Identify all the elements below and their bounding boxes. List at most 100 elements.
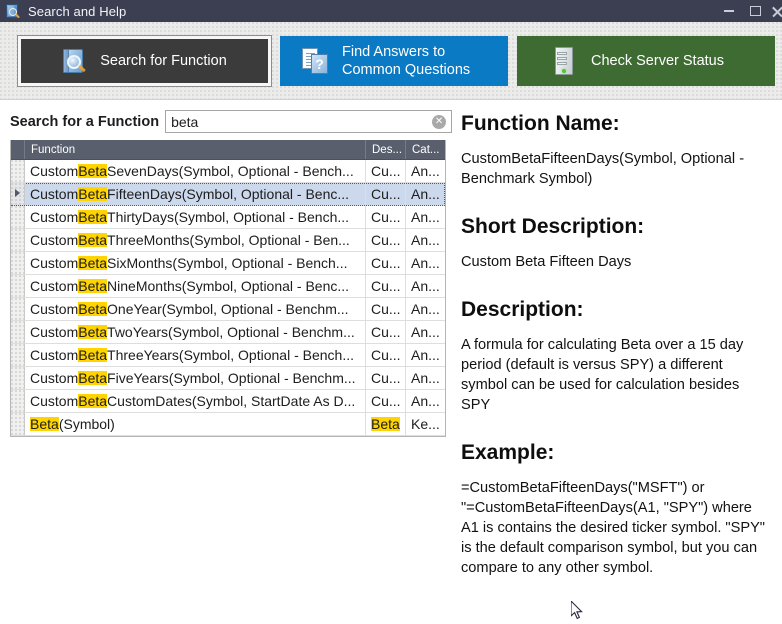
function-name-suffix: FiveYears(Symbol, Optional - Benchm...	[107, 371, 355, 385]
function-name-suffix: TwoYears(Symbol, Optional - Benchm...	[107, 325, 355, 339]
row-selector[interactable]	[11, 183, 25, 205]
close-icon[interactable]	[768, 0, 782, 22]
search-row: Search for a Function ✕	[0, 110, 455, 133]
table-row[interactable]: CustomBetaNineMonths(Symbol, Optional - …	[11, 275, 445, 298]
faq-docs-icon: ?	[302, 47, 330, 75]
row-selector[interactable]	[11, 252, 25, 274]
function-name-suffix: ThreeMonths(Symbol, Optional - Ben...	[107, 233, 350, 247]
minimize-icon[interactable]	[716, 0, 742, 22]
search-for-function-label: Search for Function	[100, 52, 227, 70]
example-block: Example: =CustomBetaFifteenDays("MSFT") …	[461, 441, 772, 578]
cell-description: Cu...	[366, 390, 406, 412]
grid-body: CustomBetaSevenDays(Symbol, Optional - B…	[11, 160, 445, 436]
find-answers-line2: Common Questions	[342, 62, 470, 78]
table-row[interactable]: CustomBetaFifteenDays(Symbol, Optional -…	[11, 183, 445, 206]
main-content: Search for a Function ✕ Function Des... …	[0, 100, 782, 624]
table-row[interactable]: CustomBetaThirtyDays(Symbol, Optional - …	[11, 206, 445, 229]
table-row[interactable]: CustomBetaFiveYears(Symbol, Optional - B…	[11, 367, 445, 390]
row-selector[interactable]	[11, 367, 25, 389]
toolbar: Search for Function ? Find Answers to Co…	[0, 22, 782, 100]
cell-function: CustomBetaOneYear(Symbol, Optional - Ben…	[25, 298, 366, 320]
search-match-highlight: Beta	[78, 279, 107, 293]
cell-category: An...	[406, 367, 445, 389]
cell-description: Cu...	[366, 229, 406, 251]
grid-header-description[interactable]: Des...	[366, 140, 406, 159]
function-name-suffix: ThreeYears(Symbol, Optional - Bench...	[107, 348, 354, 362]
function-name-suffix: FifteenDays(Symbol, Optional - Benc...	[107, 187, 349, 201]
row-selector[interactable]	[11, 206, 25, 228]
search-input[interactable]	[166, 112, 451, 131]
function-details-pane: Function Name: CustomBetaFifteenDays(Sym…	[455, 100, 782, 624]
cell-category: An...	[406, 344, 445, 366]
cell-description: Cu...	[366, 183, 406, 205]
row-selector[interactable]	[11, 344, 25, 366]
function-name-heading: Function Name:	[461, 112, 772, 135]
window-title: Search and Help	[28, 4, 126, 19]
function-name-prefix: Custom	[30, 394, 78, 408]
row-selector[interactable]	[11, 413, 25, 435]
search-match-highlight: Beta	[78, 348, 107, 362]
table-row[interactable]: CustomBetaSixMonths(Symbol, Optional - B…	[11, 252, 445, 275]
cell-category: An...	[406, 183, 445, 205]
function-name-prefix: Custom	[30, 348, 78, 362]
function-name-suffix: ThirtyDays(Symbol, Optional - Bench...	[107, 210, 349, 224]
cell-category: An...	[406, 390, 445, 412]
check-server-status-label: Check Server Status	[591, 52, 724, 70]
search-match-highlight: Beta	[30, 417, 59, 431]
book-search-icon	[5, 3, 21, 19]
example-heading: Example:	[461, 441, 772, 464]
grid-header-row: Function Des... Cat...	[11, 140, 445, 160]
table-row[interactable]: Beta(Symbol)BetaKe...	[11, 413, 445, 436]
clear-circle-icon[interactable]: ✕	[432, 115, 446, 129]
cell-function: CustomBetaFifteenDays(Symbol, Optional -…	[25, 183, 366, 205]
search-box[interactable]: ✕	[165, 110, 452, 133]
window-controls	[716, 0, 782, 22]
row-selector[interactable]	[11, 298, 25, 320]
grid-header-function[interactable]: Function	[25, 140, 366, 159]
table-row[interactable]: CustomBetaTwoYears(Symbol, Optional - Be…	[11, 321, 445, 344]
cell-description: Cu...	[366, 298, 406, 320]
function-name-prefix: Custom	[30, 302, 78, 316]
grid-header-category[interactable]: Cat...	[406, 140, 445, 159]
cell-function: CustomBetaSixMonths(Symbol, Optional - B…	[25, 252, 366, 274]
title-bar: Search and Help	[0, 0, 782, 22]
function-name-suffix: (Symbol)	[59, 417, 115, 431]
table-row[interactable]: CustomBetaThreeMonths(Symbol, Optional -…	[11, 229, 445, 252]
maximize-icon[interactable]	[742, 0, 768, 22]
row-selector[interactable]	[11, 275, 25, 297]
search-for-function-button[interactable]: Search for Function	[18, 36, 271, 86]
row-selector[interactable]	[11, 160, 25, 182]
short-description-block: Short Description: Custom Beta Fifteen D…	[461, 215, 772, 272]
function-results-grid[interactable]: Function Des... Cat... CustomBetaSevenDa…	[10, 140, 446, 437]
cell-function: CustomBetaThreeYears(Symbol, Optional - …	[25, 344, 366, 366]
table-row[interactable]: CustomBetaOneYear(Symbol, Optional - Ben…	[11, 298, 445, 321]
find-answers-button[interactable]: ? Find Answers to Common Questions	[280, 36, 508, 86]
cell-category: Ke...	[406, 413, 445, 435]
cell-function: Beta(Symbol)	[25, 413, 366, 435]
row-selector[interactable]	[11, 229, 25, 251]
table-row[interactable]: CustomBetaThreeYears(Symbol, Optional - …	[11, 344, 445, 367]
row-selector[interactable]	[11, 390, 25, 412]
cell-function: CustomBetaFiveYears(Symbol, Optional - B…	[25, 367, 366, 389]
description-value: A formula for calculating Beta over a 15…	[461, 335, 772, 415]
cell-description: Cu...	[366, 206, 406, 228]
cell-category: An...	[406, 160, 445, 182]
cell-description: Cu...	[366, 252, 406, 274]
function-name-value: CustomBetaFifteenDays(Symbol, Optional -…	[461, 149, 772, 189]
table-row[interactable]: CustomBetaCustomDates(Symbol, StartDate …	[11, 390, 445, 413]
cell-description: Cu...	[366, 321, 406, 343]
function-name-suffix: SevenDays(Symbol, Optional - Bench...	[107, 164, 354, 178]
function-name-suffix: CustomDates(Symbol, StartDate As D...	[107, 394, 355, 408]
cell-description: Beta	[366, 413, 406, 435]
check-server-status-button[interactable]: Check Server Status	[517, 36, 775, 86]
short-description-heading: Short Description:	[461, 215, 772, 238]
short-description-value: Custom Beta Fifteen Days	[461, 252, 772, 272]
cell-function: CustomBetaCustomDates(Symbol, StartDate …	[25, 390, 366, 412]
function-name-prefix: Custom	[30, 279, 78, 293]
row-selector[interactable]	[11, 321, 25, 343]
search-match-highlight: Beta	[78, 302, 107, 316]
cell-function: CustomBetaTwoYears(Symbol, Optional - Be…	[25, 321, 366, 343]
table-row[interactable]: CustomBetaSevenDays(Symbol, Optional - B…	[11, 160, 445, 183]
function-name-prefix: Custom	[30, 233, 78, 247]
cell-function: CustomBetaThreeMonths(Symbol, Optional -…	[25, 229, 366, 251]
